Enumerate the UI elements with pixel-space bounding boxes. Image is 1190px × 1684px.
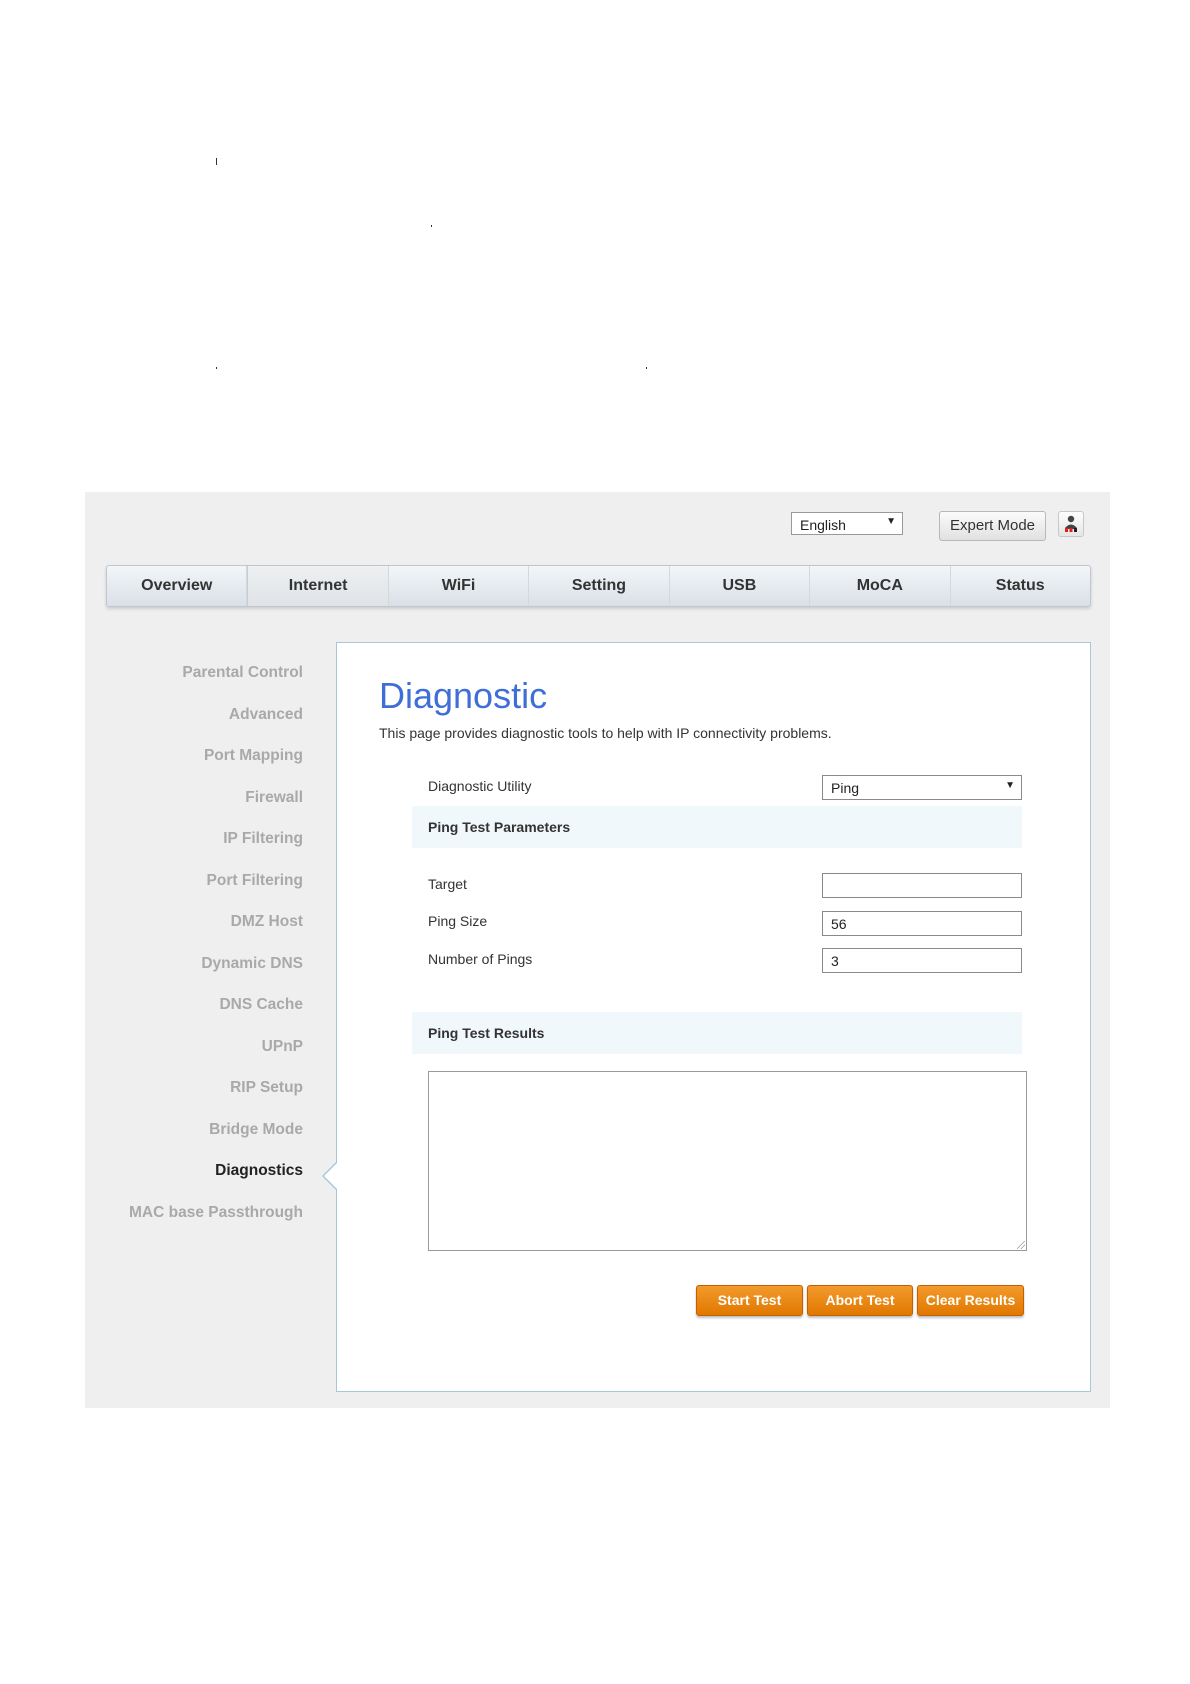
target-label: Target xyxy=(428,876,467,892)
diagnostic-utility-value: Ping xyxy=(831,780,860,796)
abort-test-button[interactable]: Abort Test xyxy=(807,1285,913,1316)
main-nav: Overview Internet WiFi Setting USB MoCA … xyxy=(106,565,1091,607)
tab-setting[interactable]: Setting xyxy=(529,566,670,606)
stray-mark xyxy=(216,158,217,165)
stray-mark xyxy=(646,367,647,369)
sidebar: Parental Control Advanced Port Mapping F… xyxy=(85,662,303,1243)
start-test-button[interactable]: Start Test xyxy=(696,1285,803,1316)
page-description: This page provides diagnostic tools to h… xyxy=(379,725,832,741)
sidebar-item-ip-filtering[interactable]: IP Filtering xyxy=(85,828,303,870)
sidebar-item-parental-control[interactable]: Parental Control xyxy=(85,662,303,704)
ping-size-input[interactable]: 56 xyxy=(822,911,1022,936)
language-value: English xyxy=(800,517,846,533)
sidebar-item-port-filtering[interactable]: Port Filtering xyxy=(85,870,303,912)
sidebar-item-rip-setup[interactable]: RIP Setup xyxy=(85,1077,303,1119)
sidebar-item-dynamic-dns[interactable]: Dynamic DNS xyxy=(85,953,303,995)
diagnostic-utility-select[interactable]: Ping ▼ xyxy=(822,775,1022,800)
tab-moca[interactable]: MoCA xyxy=(810,566,951,606)
stray-mark xyxy=(216,367,217,369)
tab-internet[interactable]: Internet xyxy=(247,566,389,606)
active-item-pointer-fill xyxy=(324,1162,338,1190)
target-input[interactable] xyxy=(822,873,1022,898)
diagnostic-utility-label: Diagnostic Utility xyxy=(428,778,532,794)
tab-usb[interactable]: USB xyxy=(670,566,811,606)
stray-mark xyxy=(431,225,432,227)
sidebar-item-firewall[interactable]: Firewall xyxy=(85,787,303,829)
ping-results-textarea[interactable] xyxy=(428,1071,1027,1251)
ping-size-label: Ping Size xyxy=(428,913,488,929)
sidebar-item-dns-cache[interactable]: DNS Cache xyxy=(85,994,303,1036)
user-button[interactable] xyxy=(1058,511,1084,537)
sidebar-item-upnp[interactable]: UPnP xyxy=(85,1036,303,1078)
content-panel: Diagnostic This page provides diagnostic… xyxy=(322,642,1091,1392)
user-icon xyxy=(1065,515,1077,532)
sidebar-item-diagnostics[interactable]: Diagnostics xyxy=(85,1160,303,1202)
resize-grip-icon[interactable] xyxy=(1017,1241,1025,1249)
tab-wifi[interactable]: WiFi xyxy=(389,566,530,606)
sidebar-item-mac-base-passthrough[interactable]: MAC base Passthrough xyxy=(85,1202,303,1244)
clear-results-button[interactable]: Clear Results xyxy=(917,1285,1024,1316)
dropdown-arrow-icon: ▼ xyxy=(1005,780,1015,791)
tab-status[interactable]: Status xyxy=(951,566,1090,606)
router-admin-frame: English ▼ Expert Mode Overview Internet … xyxy=(85,492,1110,1408)
language-select[interactable]: English ▼ xyxy=(791,512,903,535)
number-of-pings-label: Number of Pings xyxy=(428,951,533,967)
sidebar-item-advanced[interactable]: Advanced xyxy=(85,704,303,746)
sidebar-item-bridge-mode[interactable]: Bridge Mode xyxy=(85,1119,303,1161)
page-title: Diagnostic xyxy=(379,675,548,716)
sidebar-item-dmz-host[interactable]: DMZ Host xyxy=(85,911,303,953)
dropdown-arrow-icon: ▼ xyxy=(886,516,896,527)
ping-test-parameters-header: Ping Test Parameters xyxy=(412,806,1022,848)
sidebar-item-port-mapping[interactable]: Port Mapping xyxy=(85,745,303,787)
ping-test-results-header: Ping Test Results xyxy=(412,1012,1022,1054)
tab-overview[interactable]: Overview xyxy=(107,566,248,606)
number-of-pings-input[interactable]: 3 xyxy=(822,948,1022,973)
expert-mode-button[interactable]: Expert Mode xyxy=(939,511,1046,541)
